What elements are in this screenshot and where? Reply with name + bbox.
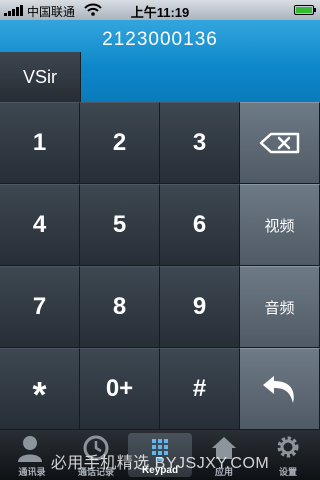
key-4[interactable]: 4 bbox=[0, 184, 80, 266]
home-icon bbox=[212, 437, 236, 459]
undo-arrow-icon bbox=[262, 376, 294, 403]
back-button[interactable] bbox=[240, 348, 320, 430]
tab-settings[interactable]: 设置 bbox=[256, 430, 320, 480]
video-call-button[interactable]: 视频 bbox=[240, 184, 320, 266]
backspace-icon bbox=[259, 132, 299, 154]
tab-label: 设置 bbox=[278, 467, 297, 477]
tab-label: 通话记录 bbox=[77, 467, 114, 477]
key-0[interactable]: 0+ bbox=[80, 348, 160, 430]
clock-icon bbox=[83, 435, 109, 461]
key-star[interactable]: * bbox=[0, 348, 80, 430]
key-7[interactable]: 7 bbox=[0, 266, 80, 348]
tab-keypad[interactable]: Keypad bbox=[128, 433, 192, 477]
tab-bar: 通讯录 通话记录 Keypad 应用 设置 bbox=[0, 430, 320, 480]
key-2[interactable]: 2 bbox=[80, 102, 160, 184]
key-hash[interactable]: # bbox=[160, 348, 240, 430]
status-time: 上午11:19 bbox=[130, 5, 190, 20]
status-bar: 中国联通 上午11:19 bbox=[0, 0, 320, 20]
key-3[interactable]: 3 bbox=[160, 102, 240, 184]
contacts-icon bbox=[18, 436, 42, 462]
tab-apps[interactable]: 应用 bbox=[192, 430, 256, 480]
tab-label: Keypad bbox=[141, 465, 179, 476]
key-6[interactable]: 6 bbox=[160, 184, 240, 266]
tab-label: 应用 bbox=[214, 467, 233, 477]
key-5[interactable]: 5 bbox=[80, 184, 160, 266]
key-9[interactable]: 9 bbox=[160, 266, 240, 348]
gear-icon bbox=[277, 436, 299, 458]
tab-label: 通讯录 bbox=[18, 467, 46, 477]
contact-name-tab[interactable]: VSir bbox=[0, 52, 81, 102]
tab-contacts[interactable]: 通讯录 bbox=[0, 430, 64, 480]
key-1[interactable]: 1 bbox=[0, 102, 80, 184]
key-8[interactable]: 8 bbox=[80, 266, 160, 348]
tab-call-log[interactable]: 通话记录 bbox=[64, 430, 128, 480]
number-display: 2123000136 VSir bbox=[0, 20, 320, 102]
dialed-number: 2123000136 bbox=[102, 29, 218, 50]
keypad: 1 2 3 4 5 6 视频 7 8 9 音频 * 0+ # bbox=[0, 102, 320, 430]
keypad-icon bbox=[152, 439, 168, 461]
audio-call-button[interactable]: 音频 bbox=[240, 266, 320, 348]
battery-icon bbox=[294, 5, 316, 15]
backspace-button[interactable] bbox=[240, 102, 320, 184]
